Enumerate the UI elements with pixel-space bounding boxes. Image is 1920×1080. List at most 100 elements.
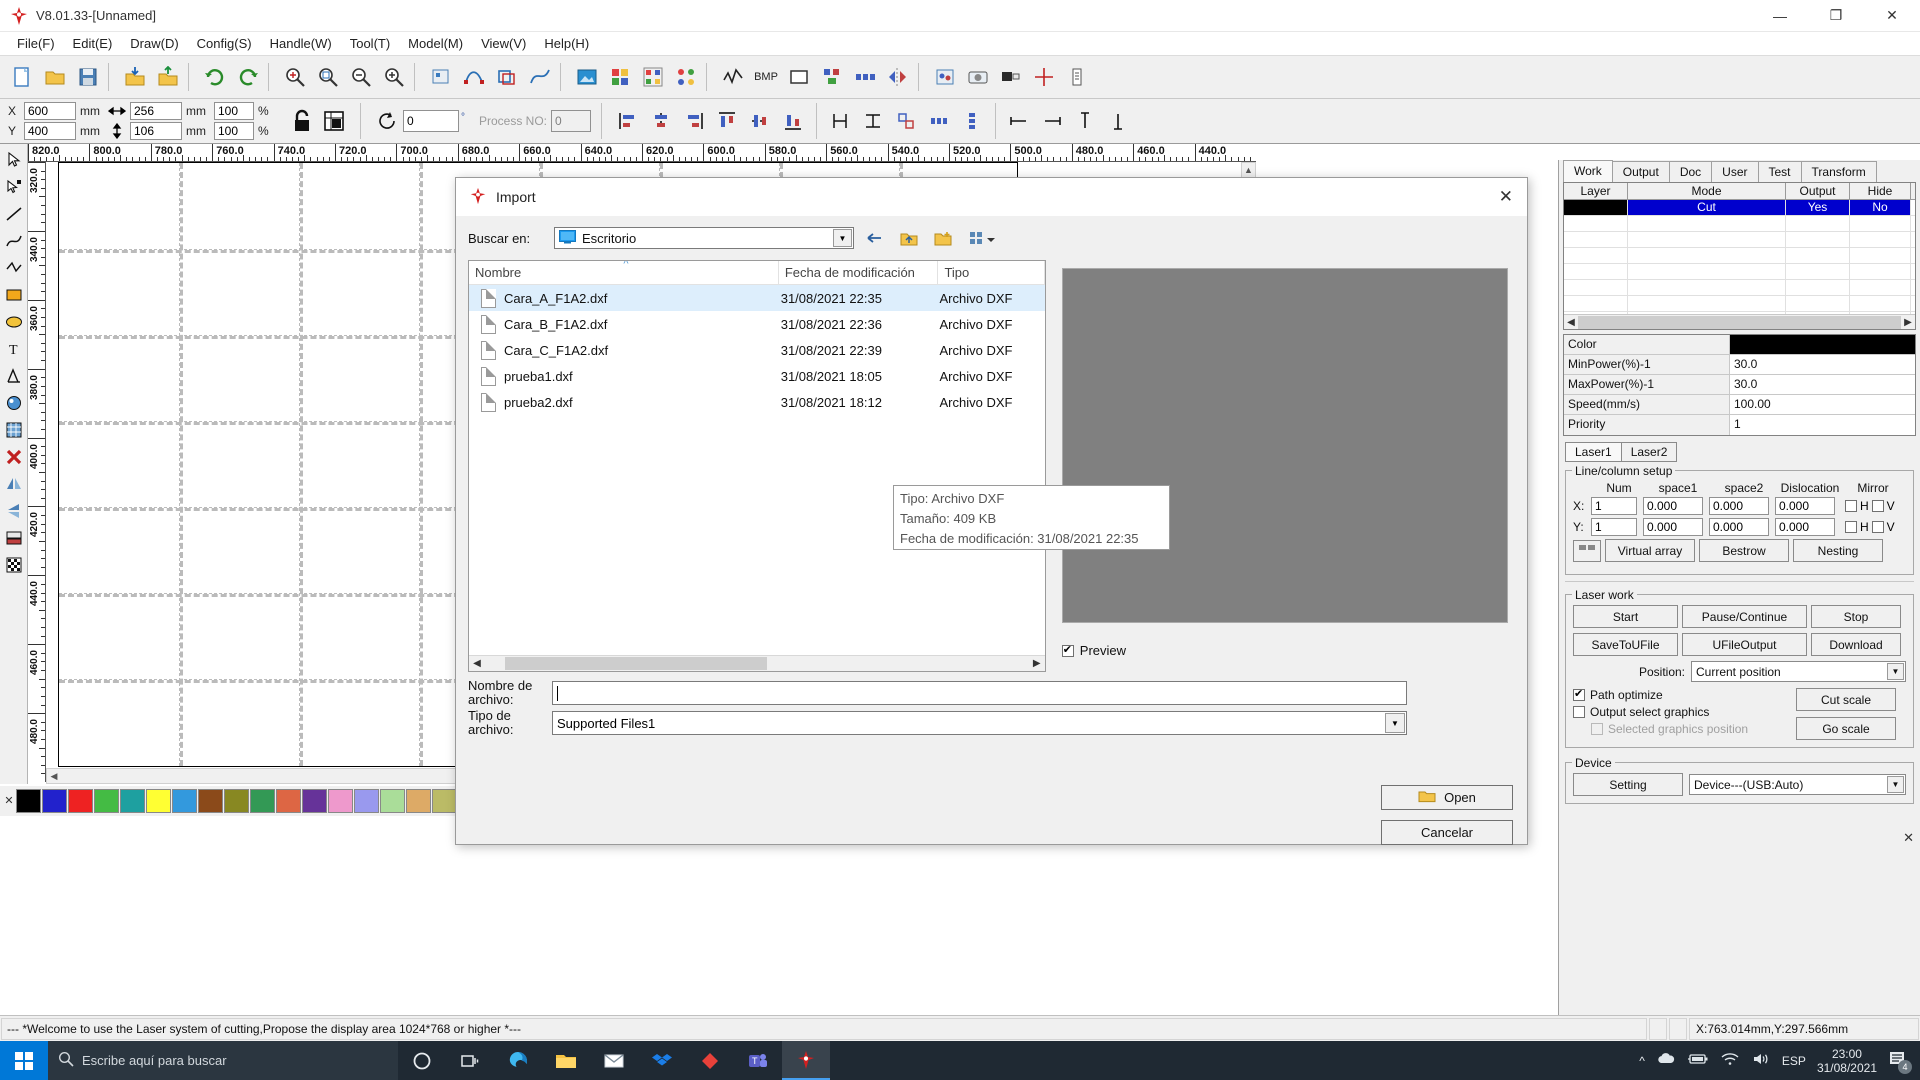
ellipse-tool-icon[interactable] [2, 310, 26, 334]
windows-start-icon[interactable] [0, 1041, 48, 1080]
zoom-selection-icon[interactable] [312, 61, 344, 93]
vline-top-icon[interactable] [1069, 105, 1101, 137]
file-scroll-right-icon[interactable]: ▶ [1029, 658, 1045, 669]
color-swatch[interactable] [432, 789, 457, 813]
file-explorer-icon[interactable] [542, 1041, 590, 1080]
nesting-button[interactable]: Nesting [1793, 539, 1883, 562]
width-input[interactable] [130, 102, 182, 120]
menu-file[interactable]: File(F) [8, 34, 64, 53]
file-list-row[interactable]: Cara_B_F1A2.dxf31/08/2021 22:36Archivo D… [469, 311, 1045, 337]
x-position-input[interactable] [24, 102, 76, 120]
tab-transform[interactable]: Transform [1801, 161, 1877, 182]
tray-chevron-up-icon[interactable]: ^ [1639, 1054, 1645, 1068]
edge-browser-icon[interactable] [494, 1041, 542, 1080]
curve-tool-icon[interactable] [717, 61, 749, 93]
open-button[interactable]: Open [1381, 785, 1513, 810]
color-swatch[interactable] [224, 789, 249, 813]
file-list-row[interactable]: prueba1.dxf31/08/2021 18:05Archivo DXF [469, 363, 1045, 389]
horizontal-ruler[interactable]: 820.0800.0780.0760.0740.0720.0700.0680.0… [28, 144, 1256, 162]
param-row-color[interactable]: Color [1564, 335, 1915, 355]
redo-icon[interactable] [232, 61, 264, 93]
export-icon[interactable] [152, 61, 184, 93]
scroll-up-arrow-icon[interactable]: ▲ [1242, 163, 1255, 176]
close-button[interactable]: ✕ [1864, 0, 1920, 32]
capture-tool-icon[interactable] [2, 364, 26, 388]
color-swatch[interactable] [250, 789, 275, 813]
dropbox-icon[interactable] [638, 1041, 686, 1080]
param-value-minpower[interactable]: 30.0 [1730, 355, 1915, 374]
y-position-input[interactable] [24, 122, 76, 140]
dock-close-icon[interactable]: ✕ [1903, 830, 1914, 846]
anchor-position-icon[interactable] [318, 105, 350, 137]
zoom-to-page-icon[interactable] [279, 61, 311, 93]
layer-row-empty[interactable] [1564, 280, 1915, 296]
param-value-color[interactable] [1730, 335, 1915, 354]
tab-laser2[interactable]: Laser2 [1621, 442, 1678, 462]
path-optimize-row[interactable]: Path optimize [1573, 688, 1796, 702]
polyline-tool-icon[interactable] [2, 229, 26, 253]
mail-icon[interactable] [590, 1041, 638, 1080]
array-scatter-icon[interactable] [670, 61, 702, 93]
color-swatch[interactable] [42, 789, 67, 813]
menu-tool[interactable]: Tool(T) [341, 34, 399, 53]
battery-icon[interactable] [1687, 1052, 1709, 1069]
color-swatch[interactable] [380, 789, 405, 813]
param-value-speed[interactable]: 100.00 [1730, 395, 1915, 414]
offset-icon[interactable] [491, 61, 523, 93]
layer-hide[interactable]: No [1850, 200, 1911, 215]
bitmap-icon[interactable] [571, 61, 603, 93]
onedrive-icon[interactable] [1656, 1052, 1676, 1069]
text-tool-icon[interactable]: T [2, 337, 26, 361]
hline-left-icon[interactable] [1003, 105, 1035, 137]
dialog-close-icon[interactable]: ✕ [1499, 187, 1513, 207]
wifi-icon[interactable] [1720, 1052, 1740, 1069]
file-list-scrollbar[interactable]: ◀ ▶ [469, 655, 1045, 671]
ufile-output-button[interactable]: UFileOutput [1682, 633, 1807, 656]
position-select[interactable]: Current position ▼ [1691, 661, 1906, 682]
list-tool-icon[interactable] [1061, 61, 1093, 93]
maximize-button[interactable]: ❐ [1808, 0, 1864, 32]
color-swatch[interactable] [68, 789, 93, 813]
line-tool-icon[interactable] [2, 202, 26, 226]
tab-test[interactable]: Test [1758, 161, 1802, 182]
file-scroll-left-icon[interactable]: ◀ [469, 658, 485, 669]
curve-smooth-icon[interactable] [524, 61, 556, 93]
node-edit-icon[interactable] [425, 61, 457, 93]
same-size-icon[interactable] [890, 105, 922, 137]
file-list-row[interactable]: Cara_A_F1A2.dxf31/08/2021 22:35Archivo D… [469, 285, 1045, 311]
taskbar-clock[interactable]: 23:00 31/08/2021 [1817, 1047, 1877, 1075]
filetype-select[interactable]: Supported Files1 ▼ [552, 711, 1407, 735]
file-list-row[interactable]: Cara_C_F1A2.dxf31/08/2021 22:39Archivo D… [469, 337, 1045, 363]
delete-tool-icon[interactable] [2, 445, 26, 469]
file-name-cell[interactable]: Cara_C_F1A2.dxf [469, 341, 781, 360]
layer-color-swatch[interactable] [1564, 200, 1628, 215]
save-file-icon[interactable] [72, 61, 104, 93]
param-row-maxpower[interactable]: MaxPower(%)-1 30.0 [1564, 375, 1915, 395]
layer-row[interactable]: Cut Yes No [1564, 200, 1915, 216]
stop-button[interactable]: Stop [1811, 605, 1901, 628]
tab-doc[interactable]: Doc [1669, 161, 1712, 182]
measure-tool-icon[interactable] [2, 526, 26, 550]
new-folder-icon[interactable] [930, 226, 956, 250]
file-list-row[interactable]: prueba2.dxf31/08/2021 18:12Archivo DXF [469, 389, 1045, 415]
y-mirror-v-checkbox[interactable] [1872, 521, 1884, 533]
layer-table[interactable]: Layer Mode Output Hide Cut Yes No ◀ ▶ [1563, 182, 1916, 330]
param-row-speed[interactable]: Speed(mm/s) 100.00 [1564, 395, 1915, 415]
same-height-icon[interactable] [857, 105, 889, 137]
x-dislocation-input[interactable] [1775, 497, 1835, 515]
language-indicator[interactable]: ESP [1782, 1054, 1806, 1068]
layer-scroll-right-icon[interactable]: ▶ [1901, 317, 1915, 328]
distribute-v-icon[interactable] [956, 105, 988, 137]
file-list[interactable]: Nombre ^ Fecha de modificación Tipo Cara… [468, 260, 1046, 672]
x-space1-input[interactable] [1643, 497, 1703, 515]
array-preview-icon[interactable] [1573, 540, 1601, 562]
output-select-graphics-row[interactable]: Output select graphics [1573, 705, 1796, 719]
color-swatch[interactable] [354, 789, 379, 813]
palette-close-icon[interactable]: ✕ [2, 796, 16, 807]
col-mode[interactable]: Mode [1628, 183, 1786, 199]
up-folder-icon[interactable] [896, 226, 922, 250]
new-file-icon[interactable] [6, 61, 38, 93]
menu-edit[interactable]: Edit(E) [64, 34, 122, 53]
vertical-ruler[interactable]: 320.0340.0360.0380.0400.0420.0440.0460.0… [28, 162, 46, 782]
menu-help[interactable]: Help(H) [535, 34, 598, 53]
